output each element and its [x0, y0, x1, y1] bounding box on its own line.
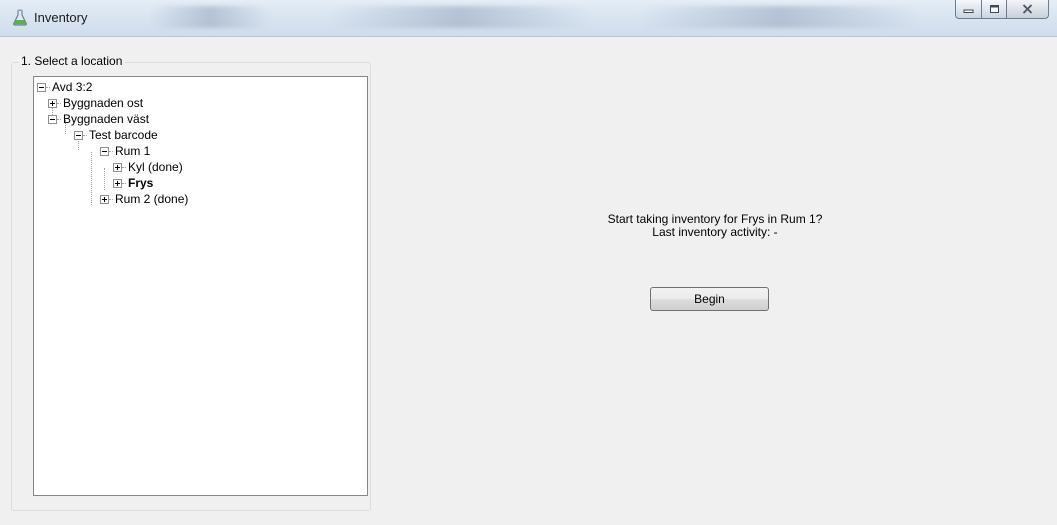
tree-node-label: Rum 2 (done)	[115, 192, 189, 206]
maximize-button[interactable]	[981, 0, 1006, 19]
tree-connector	[122, 167, 126, 169]
tree-connector	[83, 135, 87, 137]
minimize-icon	[963, 9, 974, 13]
collapse-toggle-icon[interactable]	[48, 115, 57, 124]
collapse-toggle-icon[interactable]	[37, 83, 46, 92]
expand-toggle-icon[interactable]	[48, 99, 57, 108]
expand-toggle-icon[interactable]	[113, 179, 122, 188]
maximize-icon	[989, 5, 999, 13]
tree-node-label: Kyl (done)	[128, 160, 183, 174]
tree-node-label: Byggnaden ost	[63, 96, 144, 110]
inventory-prompt: Start taking inventory for Frys in Rum 1…	[520, 213, 910, 239]
tree-connector	[57, 119, 61, 121]
last-activity-text: Last inventory activity: -	[652, 225, 778, 239]
location-tree[interactable]: Avd 3:2 Byggnaden ost Byggnaden väst Tes…	[33, 76, 368, 496]
tree-node-byggnaden-vast[interactable]: Byggnaden väst	[34, 111, 364, 127]
tree-node-label: Avd 3:2	[52, 80, 93, 94]
titlebar-decoration	[640, 6, 920, 28]
tree-connector	[122, 183, 126, 185]
titlebar-decoration	[150, 6, 270, 28]
close-button[interactable]	[1006, 0, 1049, 19]
title-bar[interactable]: Inventory	[0, 0, 1057, 37]
titlebar-decoration	[330, 6, 590, 28]
tree-connector	[109, 151, 113, 153]
tree-node-byggnaden-ost[interactable]: Byggnaden ost	[34, 95, 364, 111]
location-groupbox-label: 1. Select a location	[19, 54, 126, 69]
collapse-toggle-icon[interactable]	[100, 147, 109, 156]
begin-button[interactable]: Begin	[650, 287, 769, 311]
tree-node-avd-3-2[interactable]: Avd 3:2	[34, 79, 364, 95]
close-icon	[1022, 4, 1033, 14]
collapse-toggle-icon[interactable]	[74, 131, 83, 140]
expand-toggle-icon[interactable]	[100, 195, 109, 204]
tree-connector	[109, 199, 113, 201]
tree-node-rum-2[interactable]: Rum 2 (done)	[34, 191, 364, 207]
inventory-window: Inventory 1. Select a location Avd 3:2 B…	[0, 0, 1057, 525]
tree-node-label-selected: Frys	[128, 176, 154, 190]
tree-node-test-barcode[interactable]: Test barcode	[34, 127, 364, 143]
tree-node-frys[interactable]: Frys	[34, 175, 364, 191]
tree-node-kyl[interactable]: Kyl (done)	[34, 159, 364, 175]
expand-toggle-icon[interactable]	[113, 163, 122, 172]
tree-node-label: Byggnaden väst	[63, 112, 150, 126]
tree-connector	[57, 103, 61, 105]
tree-node-rum-1[interactable]: Rum 1	[34, 143, 364, 159]
minimize-button[interactable]	[955, 0, 981, 19]
window-title: Inventory	[34, 10, 88, 25]
tree-node-label: Test barcode	[89, 128, 158, 142]
tree-connector	[46, 87, 50, 89]
caption-buttons	[955, 0, 1049, 22]
tree-node-label: Rum 1	[115, 144, 151, 158]
flask-icon	[13, 9, 27, 26]
